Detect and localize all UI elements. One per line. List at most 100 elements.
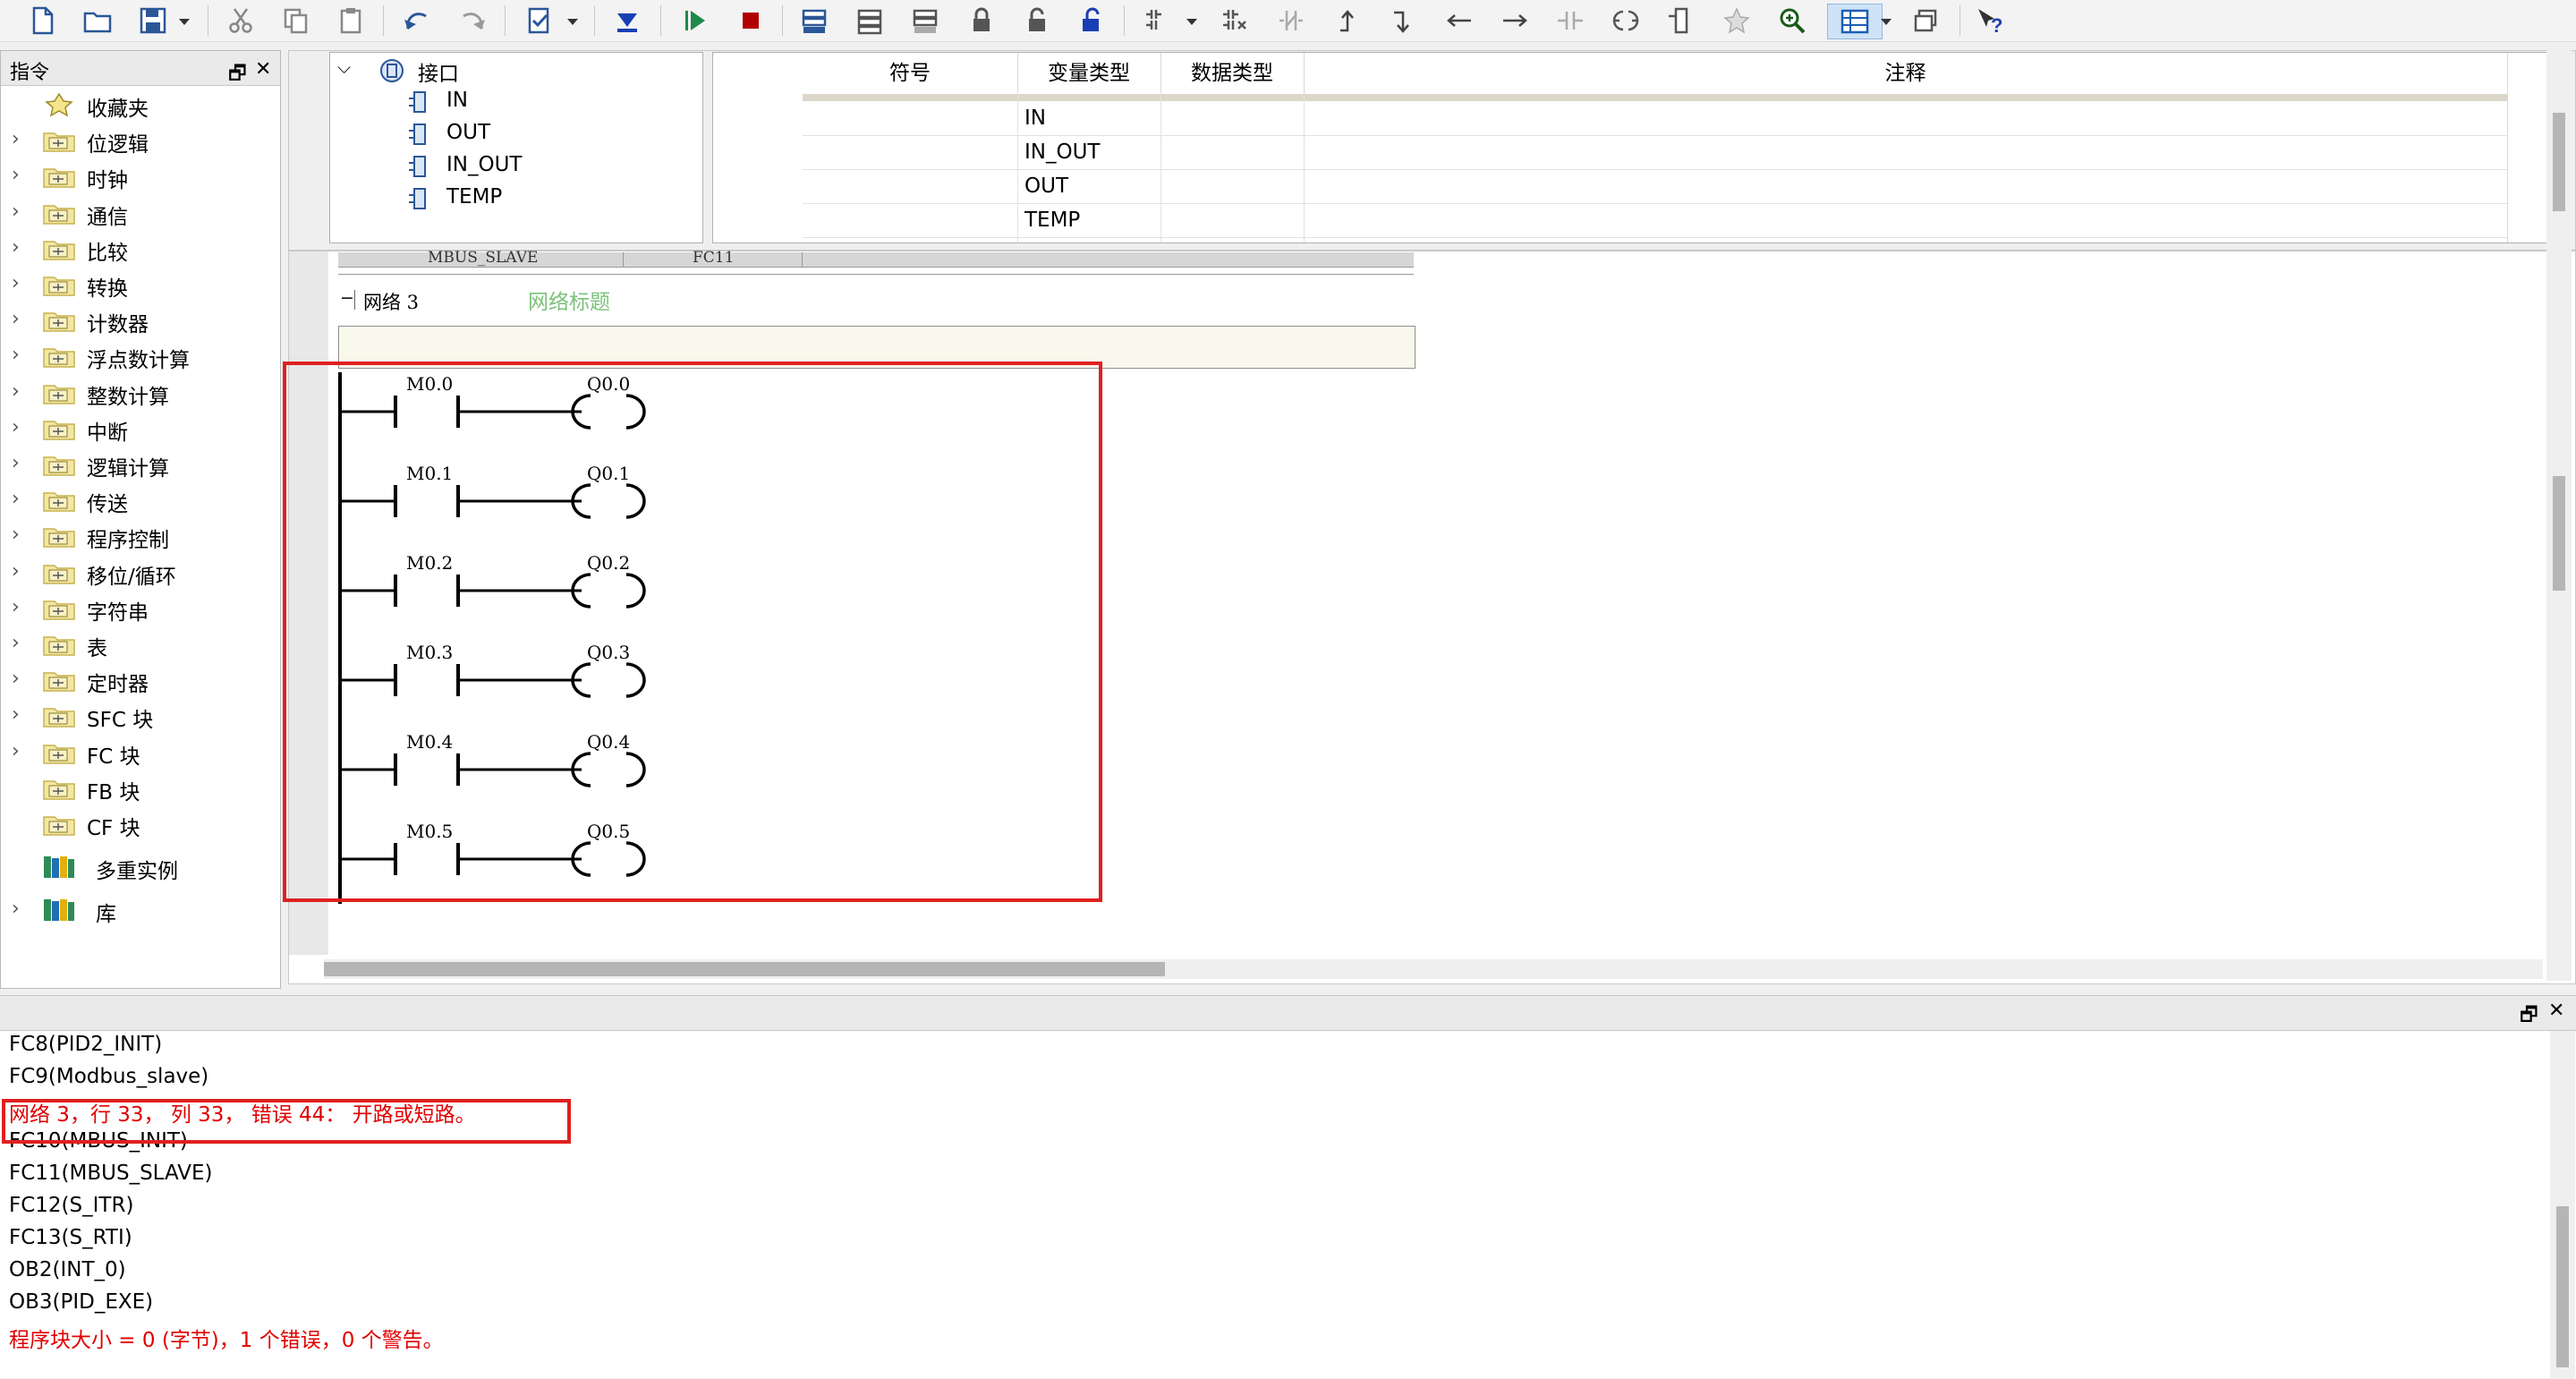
output-line[interactable]: OB2(INT_0) — [9, 1258, 126, 1281]
output-line[interactable]: FC12(S_ITR) — [9, 1194, 133, 1217]
tree-item[interactable]: › 通信 — [1, 195, 278, 229]
tree-item[interactable]: FB 块 — [1, 770, 278, 804]
network-title[interactable]: 网络标题 — [528, 285, 610, 315]
chevron-right-icon[interactable]: › — [12, 308, 20, 330]
help-icon[interactable]: ? — [1972, 4, 2006, 38]
table-cell-var-type[interactable]: IN_OUT — [1024, 140, 1100, 164]
chevron-right-icon[interactable]: › — [12, 898, 20, 920]
output-scroll-thumb[interactable] — [2556, 1206, 2569, 1367]
chevron-right-icon[interactable]: › — [12, 703, 20, 726]
chevron-right-icon[interactable]: › — [12, 236, 20, 259]
tree-item[interactable]: › 时钟 — [1, 158, 278, 192]
chevron-right-icon[interactable]: › — [12, 596, 20, 618]
tree-item[interactable]: › 库 — [1, 892, 278, 926]
chevron-right-icon[interactable]: › — [12, 128, 20, 150]
chevron-right-icon[interactable]: › — [12, 740, 20, 762]
insert-coil-icon[interactable] — [1609, 4, 1643, 38]
tree-item[interactable]: › 整数计算 — [1, 375, 278, 409]
insert-contact-icon[interactable] — [1553, 4, 1587, 38]
undo-icon[interactable] — [399, 4, 433, 38]
tree-item[interactable]: › 传送 — [1, 482, 278, 516]
insert-network-icon[interactable] — [798, 4, 832, 38]
chevron-right-icon[interactable]: › — [12, 164, 20, 186]
compile-dropdown-icon[interactable] — [564, 4, 582, 38]
chevron-right-icon[interactable]: › — [12, 668, 20, 690]
interface-scroll-thumb[interactable] — [2553, 113, 2565, 211]
copy-icon[interactable] — [279, 4, 313, 38]
tree-item[interactable]: › 逻辑计算 — [1, 447, 278, 481]
window-icon[interactable] — [1909, 4, 1943, 38]
chevron-right-icon[interactable]: › — [12, 416, 20, 438]
tree-item[interactable]: › 中断 — [1, 411, 278, 445]
tree-item[interactable]: › 移位/循环 — [1, 555, 278, 589]
horizontal-scroll-thumb[interactable] — [324, 962, 1165, 976]
tree-item[interactable]: › 转换 — [1, 267, 278, 301]
tree-item[interactable]: CF 块 — [1, 806, 278, 840]
run-icon[interactable] — [678, 4, 712, 38]
chevron-right-icon[interactable]: › — [12, 200, 20, 223]
tree-item[interactable]: › SFC 块 — [1, 698, 278, 732]
lock-icon[interactable] — [965, 4, 999, 38]
output-vertical-scrollbar[interactable] — [2550, 1031, 2575, 1378]
column-header[interactable]: 变量类型 — [1017, 53, 1161, 94]
editor-vertical-scrollbar[interactable] — [2546, 50, 2572, 981]
open-folder-icon[interactable] — [81, 4, 115, 38]
chevron-right-icon[interactable]: › — [12, 452, 20, 474]
delete-network-icon[interactable] — [854, 4, 888, 38]
delete-branch-icon[interactable] — [1219, 4, 1253, 38]
favorite-star-icon[interactable] — [1720, 4, 1754, 38]
output-error-line[interactable]: 程序块大小 = 0 (字节)，1 个错误，0 个警告。 — [9, 1323, 444, 1353]
tree-item[interactable]: 多重实例 — [1, 849, 278, 883]
table-cell-var-type[interactable]: IN — [1024, 106, 1046, 130]
tree-item[interactable]: › 定时器 — [1, 662, 278, 696]
negative-contact-icon[interactable] — [1274, 4, 1308, 38]
editor-scroll-thumb[interactable] — [2553, 476, 2565, 591]
output-close-icon[interactable]: ✕ — [2548, 1000, 2564, 1022]
tree-item[interactable]: › 浮点数计算 — [1, 338, 278, 372]
tree-item[interactable]: 收藏夹 — [1, 87, 278, 121]
save-dropdown-icon[interactable] — [175, 4, 193, 38]
chevron-right-icon[interactable]: › — [12, 524, 20, 546]
chevron-right-icon[interactable]: › — [12, 488, 20, 510]
close-icon[interactable]: ✕ — [255, 58, 271, 81]
tree-item[interactable]: › 表 — [1, 626, 278, 660]
paste-icon[interactable] — [335, 4, 369, 38]
column-header[interactable]: 数据类型 — [1160, 53, 1305, 94]
tree-item[interactable]: › 计数器 — [1, 302, 278, 336]
network-collapse-toggle[interactable]: − — [340, 288, 354, 308]
view-dropdown-icon[interactable] — [1877, 4, 1895, 38]
column-header[interactable]: 符号 — [803, 53, 1018, 94]
line-down-icon[interactable] — [1385, 4, 1419, 38]
insert-branch-icon[interactable] — [1142, 4, 1176, 38]
line-up-icon[interactable] — [1330, 4, 1364, 38]
output-line[interactable]: FC8(PID2_INIT) — [9, 1033, 162, 1056]
save-icon[interactable] — [136, 4, 170, 38]
chevron-right-icon[interactable]: › — [12, 560, 20, 583]
tree-item[interactable]: › 程序控制 — [1, 518, 278, 552]
download-icon[interactable] — [610, 4, 644, 38]
unlock-all-icon[interactable] — [1075, 4, 1109, 38]
tree-item[interactable]: › 比较 — [1, 231, 278, 265]
line-right-icon[interactable] — [1498, 4, 1532, 38]
chevron-right-icon[interactable]: › — [12, 632, 20, 654]
tree-item[interactable]: › 位逻辑 — [1, 123, 278, 157]
new-file-icon[interactable] — [25, 4, 59, 38]
network-comment-icon[interactable] — [909, 4, 943, 38]
branch-dropdown-icon[interactable] — [1183, 4, 1201, 38]
output-line[interactable]: FC9(Modbus_slave) — [9, 1065, 208, 1088]
compile-icon[interactable] — [523, 4, 557, 38]
column-header[interactable]: 注释 — [1304, 53, 2508, 94]
output-float-icon[interactable]: 🗗 — [2520, 1000, 2538, 1034]
redo-icon[interactable] — [456, 4, 490, 38]
stop-icon[interactable] — [734, 4, 768, 38]
table-cell-var-type[interactable]: OUT — [1024, 175, 1068, 198]
output-line[interactable]: FC11(MBUS_SLAVE) — [9, 1162, 213, 1185]
view-grid-icon[interactable] — [1827, 4, 1883, 39]
chevron-right-icon[interactable]: › — [12, 380, 20, 403]
zoom-icon[interactable] — [1775, 4, 1809, 38]
unlock-icon[interactable] — [1020, 4, 1054, 38]
insert-box-icon[interactable] — [1664, 4, 1698, 38]
chevron-down-icon[interactable]: ⌵ — [337, 56, 351, 78]
chevron-right-icon[interactable]: › — [12, 344, 20, 366]
cut-icon[interactable] — [224, 4, 258, 38]
